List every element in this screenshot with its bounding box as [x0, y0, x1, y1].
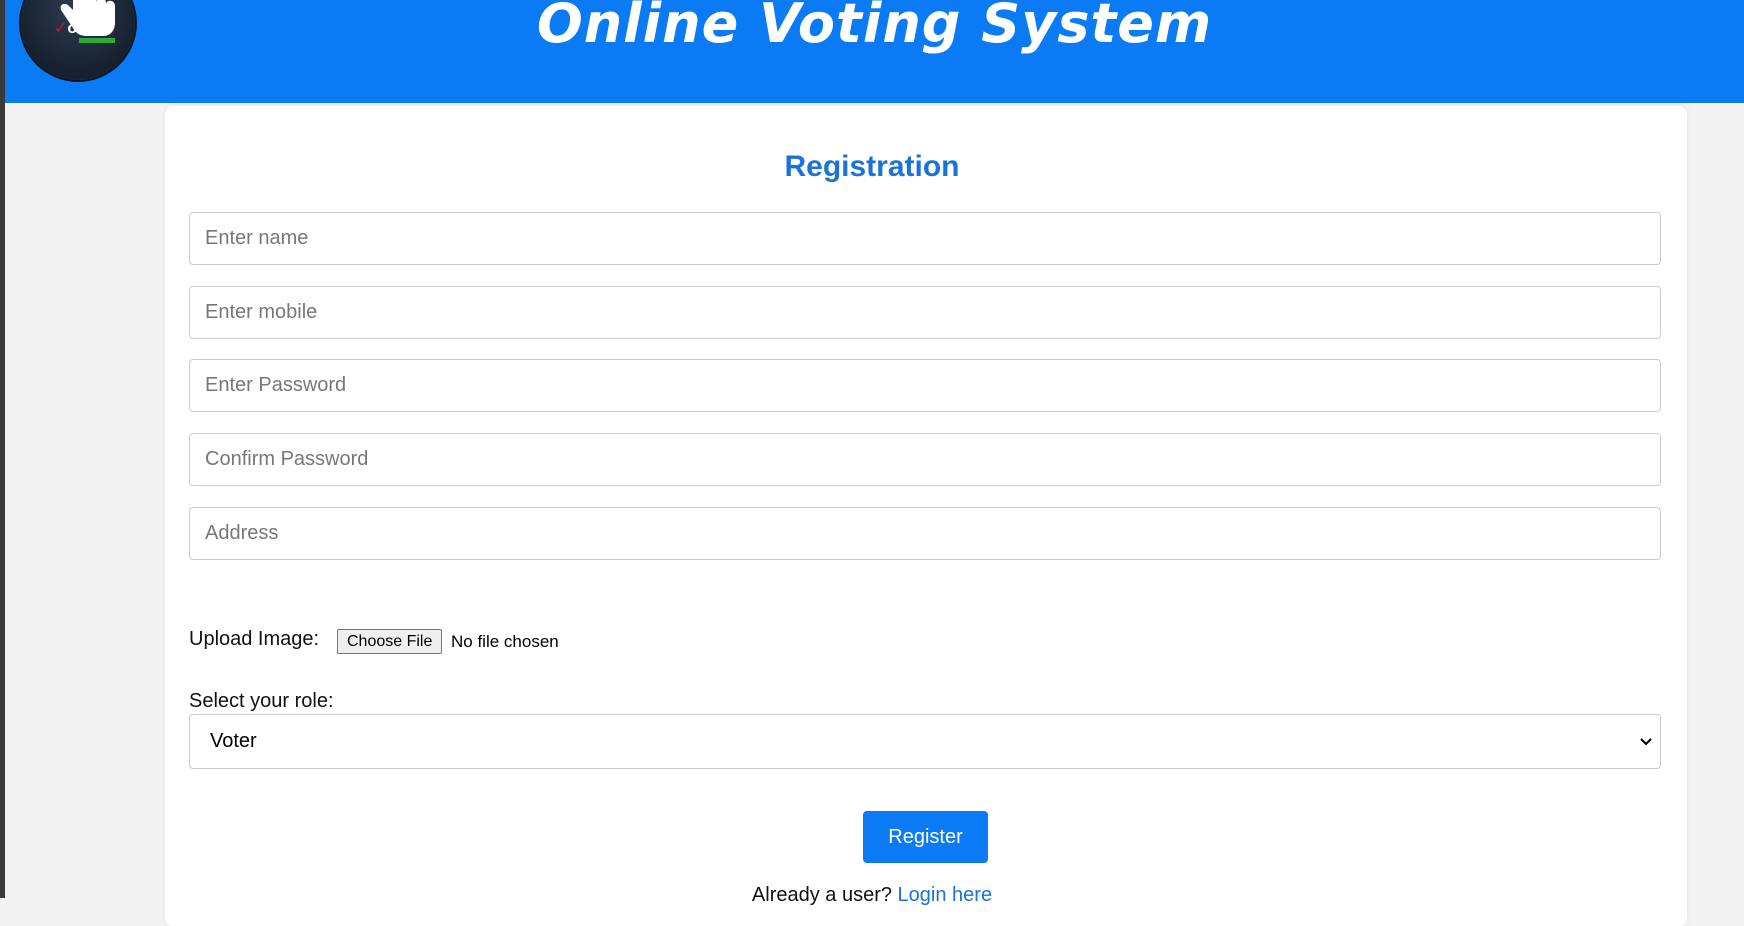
upload-image-label: Upload Image:	[189, 628, 320, 650]
login-prompt: Already a user? Login here	[0, 884, 1744, 907]
chevron-down-icon	[1640, 738, 1652, 746]
mobile-input[interactable]	[189, 286, 1661, 339]
file-status-text: No file chosen	[451, 632, 559, 651]
role-selected-value: Voter	[210, 730, 257, 752]
name-input[interactable]	[189, 212, 1661, 265]
login-prompt-text: Already a user?	[751, 884, 892, 906]
role-label: Select your role:	[189, 690, 334, 712]
confirm-password-input[interactable]	[189, 433, 1661, 486]
password-input[interactable]	[189, 359, 1661, 412]
registration-title: Registration	[784, 150, 960, 183]
role-select[interactable]: Voter	[189, 714, 1661, 769]
site-header: ✓oter Online Voting System	[5, 0, 1744, 103]
login-link[interactable]: Login here	[898, 884, 993, 906]
choose-file-button[interactable]: Choose File	[337, 629, 443, 654]
site-title: Online Voting System	[536, 0, 1213, 55]
address-input[interactable]	[189, 507, 1661, 560]
register-button[interactable]: Register	[863, 811, 988, 863]
window-edge	[0, 0, 5, 898]
